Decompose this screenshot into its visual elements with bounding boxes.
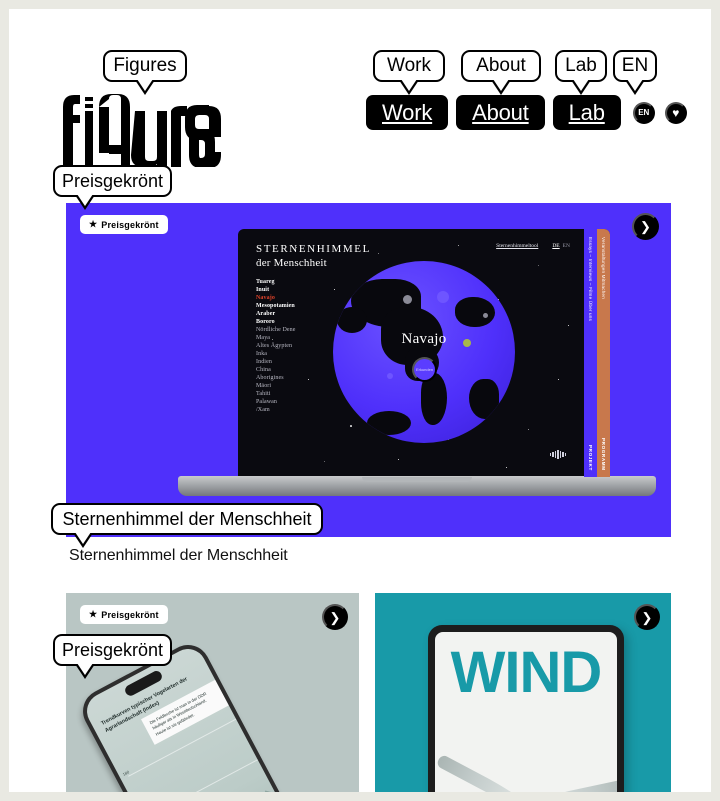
screen-title-line-2: der Menschheit	[256, 257, 327, 269]
explore-button[interactable]: Erkunden	[412, 357, 437, 382]
site-logo[interactable]	[61, 85, 231, 167]
culture-item[interactable]: Araber	[256, 311, 296, 319]
culture-item[interactable]: Palawan	[256, 399, 296, 407]
annotation-nav-lang-label: EN	[621, 55, 649, 76]
culture-item[interactable]: Inuit	[256, 287, 296, 295]
nav-about[interactable]: About	[456, 95, 545, 130]
lang-en[interactable]: EN	[563, 243, 570, 249]
project-card-vogelarten[interactable]: ★ Preisgekrönt ❯ Trendkurven typischer V…	[66, 593, 359, 792]
culture-item[interactable]: Aborigines	[256, 375, 296, 383]
screen-title: STERNENHIMMEL der Menschheit	[256, 243, 371, 269]
vertical-tab-projekt[interactable]: Essays – Interviews – Filme Über uns PRO…	[584, 229, 597, 477]
culture-item[interactable]: China	[256, 367, 296, 375]
culture-item[interactable]: Māori	[256, 383, 296, 391]
vertical-tab-projekt-label: PROJEKT	[588, 445, 593, 471]
culture-item[interactable]: Mesopotamien	[256, 303, 296, 311]
culture-item[interactable]: Altes Ägypten	[256, 343, 296, 351]
project-card-wind[interactable]: ❯ WIND How wind turbines work	[375, 593, 671, 792]
annotation-logo: Figures	[103, 50, 187, 95]
phone-chart-area	[148, 770, 319, 792]
culture-item-active[interactable]: Navajo	[256, 295, 296, 303]
card-1-caption: Sternenhimmel der Menschheit	[69, 547, 288, 564]
interactive-globe[interactable]: Navajo Erkunden	[333, 261, 515, 443]
award-badge-2-label: Preisgekrönt	[101, 609, 159, 620]
laptop-notch	[362, 477, 472, 482]
page-frame: Figures Work About Lab EN Preisgekrönt S…	[9, 9, 711, 792]
wind-headline: WIND	[450, 640, 603, 705]
culture-item[interactable]: Indien	[256, 359, 296, 367]
sternenhimmeltool-link[interactable]: Sternenhimmeltool	[496, 243, 538, 249]
laptop-mockup: STERNENHIMMEL der Menschheit Tuareg Inui…	[128, 229, 656, 501]
annotation-award-2: Preisgekrönt	[53, 634, 172, 679]
card-next-arrow-icon-3[interactable]: ❯	[634, 604, 660, 630]
annotation-logo-label: Figures	[113, 55, 177, 76]
figures-wordmark-icon	[63, 94, 221, 167]
annotation-nav-work: Work	[373, 50, 445, 95]
culture-item[interactable]: Tahiti	[256, 391, 296, 399]
tablet-mockup: WIND How wind turbines work and how much…	[428, 625, 624, 792]
annotation-nav-about-label: About	[476, 55, 526, 76]
star-icon: ★	[89, 219, 98, 229]
culture-list: Tuareg Inuit Navajo Mesopotamien Araber …	[256, 279, 296, 414]
screen-slider-control[interactable]	[549, 450, 566, 459]
turbine-blade	[525, 777, 617, 792]
star-icon: ★	[89, 609, 98, 619]
award-badge-1-label: Preisgekrönt	[101, 219, 159, 230]
annotation-caption-1: Sternenhimmel der Menschheit	[51, 503, 323, 548]
culture-item[interactable]: Tuareg	[256, 279, 296, 287]
annotation-award-1: Preisgekrönt	[53, 165, 172, 210]
tablet-screen: WIND How wind turbines work and how much…	[435, 632, 617, 792]
annotation-award-2-label: Preisgekrönt	[61, 639, 164, 660]
turbine-blade	[435, 753, 531, 792]
screen-language-toggle[interactable]: DE EN	[552, 243, 570, 249]
culture-item[interactable]: Inka	[256, 351, 296, 359]
vertical-tab-projekt-links[interactable]: Essays – Interviews – Filme Über uns	[584, 237, 597, 321]
vertical-tab-programm-links[interactable]: Veranstaltungen Mitmachen	[597, 237, 610, 299]
annotation-award-1-label: Preisgekrönt	[61, 170, 164, 191]
annotation-nav-lab-label: Lab	[565, 55, 597, 76]
language-toggle-button[interactable]: EN	[632, 101, 655, 124]
laptop-screen: STERNENHIMMEL der Menschheit Tuareg Inui…	[238, 229, 610, 477]
annotation-nav-work-label: Work	[387, 55, 431, 76]
vertical-tab-programm-label: PROGRAMM	[601, 438, 606, 471]
nav-work[interactable]: Work	[366, 95, 449, 130]
annotation-nav-lang: EN	[613, 50, 657, 95]
culture-item[interactable]: Nördliche Dene	[256, 327, 296, 335]
screen-toolbar: Sternenhimmeltool DE EN	[496, 243, 570, 249]
lang-de[interactable]: DE	[552, 243, 559, 249]
nav-lab[interactable]: Lab	[552, 95, 621, 130]
screen-title-line-1: STERNENHIMMEL	[256, 243, 371, 255]
card-next-arrow-icon-1[interactable]: ❯	[632, 213, 659, 240]
vertical-tab-programm[interactable]: Veranstaltungen Mitmachen PROGRAMM	[597, 229, 610, 477]
award-badge-2: ★ Preisgekrönt	[80, 605, 168, 624]
annotation-nav-lab: Lab	[555, 50, 607, 95]
laptop-base	[178, 476, 656, 496]
award-badge-1: ★ Preisgekrönt	[80, 215, 168, 234]
culture-item[interactable]: Bororo	[256, 319, 296, 327]
annotation-nav-about: About	[461, 50, 541, 95]
favourites-heart-icon[interactable]: ♥	[664, 101, 687, 124]
culture-item[interactable]: Maya	[256, 335, 296, 343]
annotation-caption-1-label: Sternenhimmel der Menschheit	[62, 508, 312, 529]
main-navigation: Work About Lab EN ♥	[366, 95, 687, 130]
card-next-arrow-icon-2[interactable]: ❯	[322, 604, 348, 630]
project-card-sternenhimmel[interactable]: ★ Preisgekrönt ❯ STERNENHIMMEL der Mensc…	[66, 203, 671, 537]
culture-item[interactable]: /Xam	[256, 407, 296, 415]
globe-selected-culture-label: Navajo	[401, 331, 447, 347]
